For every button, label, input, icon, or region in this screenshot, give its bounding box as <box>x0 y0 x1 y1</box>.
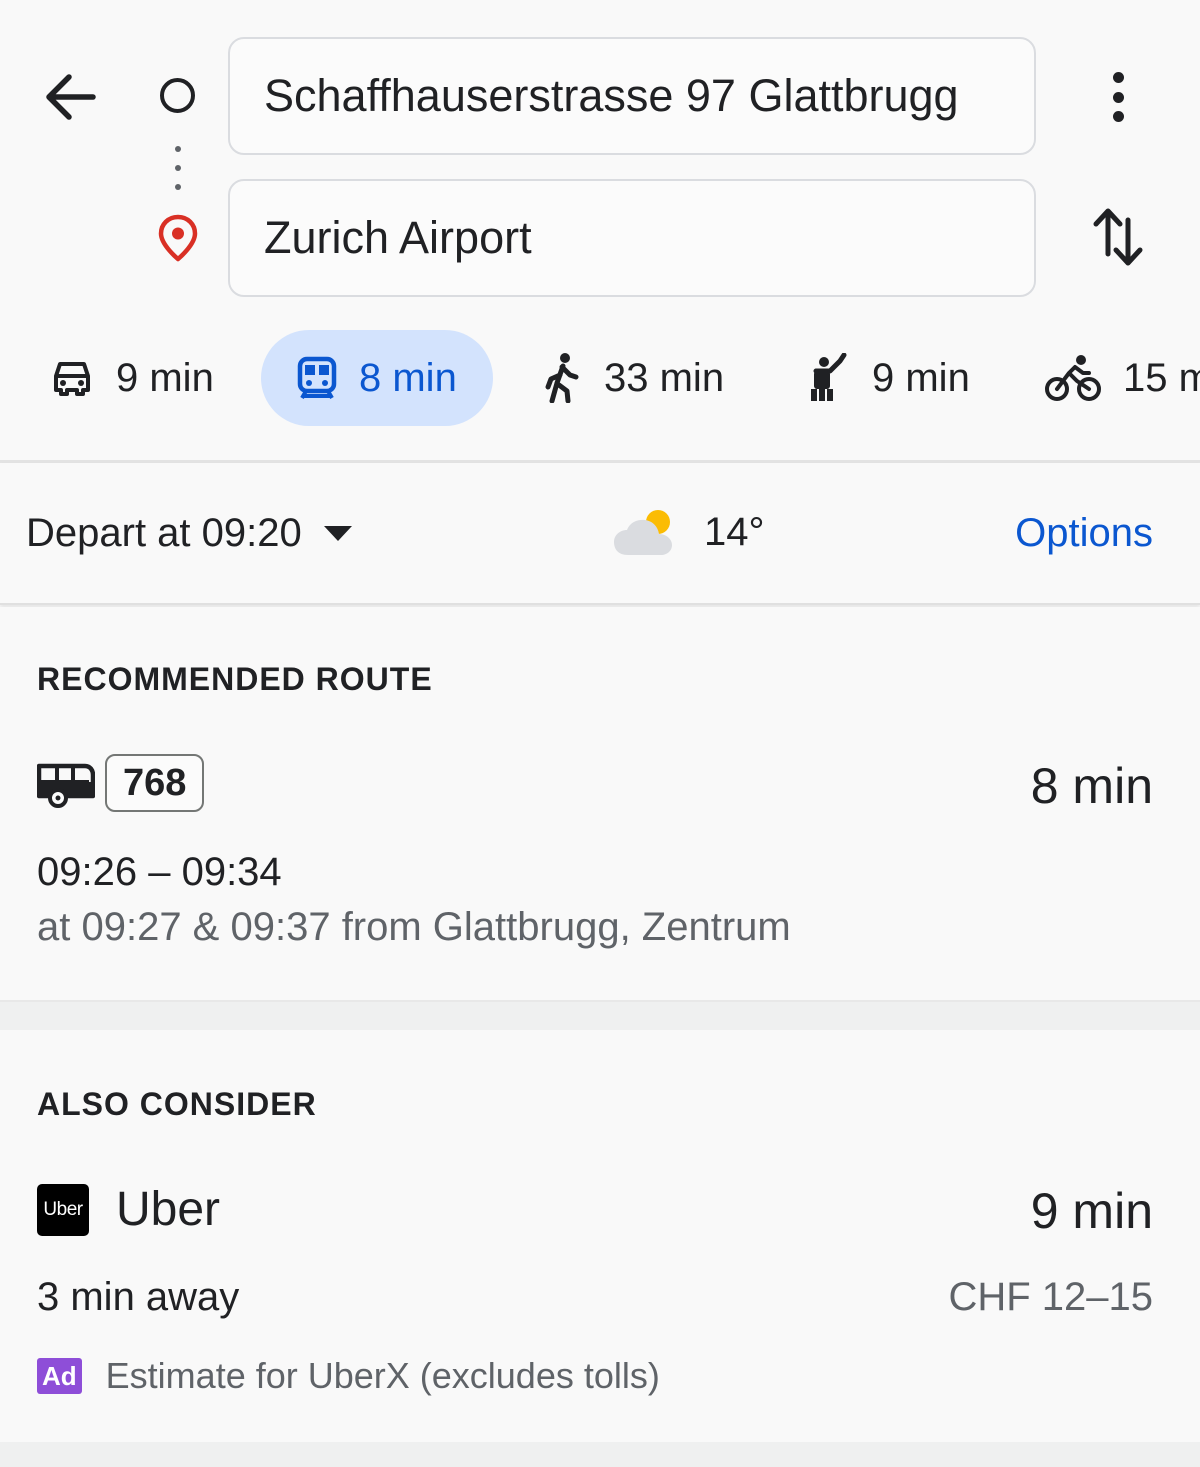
more-options-button[interactable] <box>1092 68 1144 126</box>
recommended-times: 09:26 – 09:34 <box>37 850 282 894</box>
uber-duration: 9 min <box>1030 1183 1153 1239</box>
transit-icon <box>297 356 337 400</box>
recommended-route-card[interactable]: RECOMMENDED ROUTE 768 8 min 09:26 – 09:3… <box>0 607 1200 1000</box>
mode-ride-hail-time: 9 min <box>872 355 970 400</box>
uber-option: Uber Uber <box>37 1182 220 1237</box>
directions-header: Schaffhauserstrasse 97 Glattbrugg Zurich… <box>0 0 1200 463</box>
uber-price: CHF 12–15 <box>948 1275 1153 1319</box>
route-number-badge: 768 <box>105 754 205 812</box>
mode-walking-time: 33 min <box>604 355 725 400</box>
origin-circle-icon <box>160 78 195 113</box>
destination-pin-icon <box>158 214 198 262</box>
directions-screen: Schaffhauserstrasse 97 Glattbrugg Zurich… <box>0 0 1200 1467</box>
tab-cycling[interactable]: 15 min <box>1045 330 1200 426</box>
ad-disclaimer: Ad Estimate for UberX (excludes tolls) <box>37 1355 660 1397</box>
weather-info: 14° <box>612 505 765 559</box>
card-separator <box>0 1000 1200 1030</box>
bus-icon <box>37 763 95 808</box>
ride-hail-icon <box>806 353 850 403</box>
uber-eta: 3 min away <box>37 1275 240 1319</box>
partly-cloudy-icon <box>614 510 672 555</box>
uber-logo: Uber <box>37 1183 89 1236</box>
travel-mode-tabs: 9 min 8 min 33 min 9 min 15 m <box>0 330 1200 428</box>
recommended-duration: 8 min <box>1030 758 1153 814</box>
depart-bar: Depart at 09:20 14° Options <box>0 463 1200 605</box>
tab-transit[interactable]: 8 min <box>261 330 493 426</box>
depart-time-label: Depart at 09:20 <box>26 511 302 555</box>
route-summary: 768 <box>37 754 205 812</box>
route-indicator <box>150 70 206 270</box>
back-button[interactable] <box>38 66 104 128</box>
temperature: 14° <box>704 509 765 554</box>
bike-icon <box>1045 353 1101 403</box>
origin-field[interactable]: Schaffhauserstrasse 97 Glattbrugg <box>228 37 1036 155</box>
recommended-route-heading: RECOMMENDED ROUTE <box>37 661 433 697</box>
mode-driving-time: 9 min <box>116 355 214 400</box>
destination-field[interactable]: Zurich Airport <box>228 179 1036 297</box>
options-button[interactable]: Options <box>1015 511 1153 556</box>
swap-vert-icon <box>1093 208 1143 266</box>
more-vert-icon <box>1112 72 1124 83</box>
tab-driving[interactable]: 9 min <box>50 330 214 426</box>
arrow-back-icon <box>46 74 96 120</box>
ad-badge: Ad <box>37 1358 82 1394</box>
tab-ride-hail[interactable]: 9 min <box>806 330 970 426</box>
uber-name: Uber <box>116 1183 221 1236</box>
recommended-frequency: at 09:27 & 09:37 from Glattbrugg, Zentru… <box>37 905 791 949</box>
depart-time-selector[interactable]: Depart at 09:20 <box>26 511 352 556</box>
bottom-separator <box>0 1442 1200 1467</box>
ad-text: Estimate for UberX (excludes tolls) <box>105 1355 660 1396</box>
walk-icon <box>542 353 582 403</box>
mode-cycling-time: 15 min <box>1123 355 1200 400</box>
dropdown-arrow-icon <box>323 526 352 541</box>
route-dots-icon <box>175 146 181 190</box>
tab-walking[interactable]: 33 min <box>542 330 724 426</box>
also-consider-card[interactable]: ALSO CONSIDER Uber Uber 9 min 3 min away… <box>0 1030 1200 1442</box>
also-consider-heading: ALSO CONSIDER <box>37 1086 317 1122</box>
car-icon <box>50 358 94 398</box>
swap-button[interactable] <box>1090 204 1146 270</box>
mode-transit-time: 8 min <box>359 355 457 400</box>
